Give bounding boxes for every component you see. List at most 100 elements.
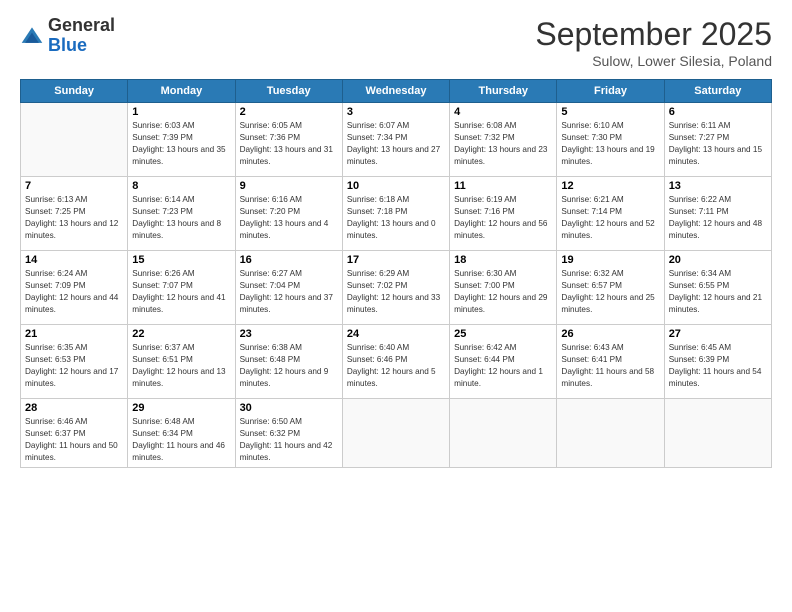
table-row: 8 Sunrise: 6:14 AM Sunset: 7:23 PM Dayli… [128,177,235,251]
day-info: Sunrise: 6:46 AM Sunset: 6:37 PM Dayligh… [25,416,123,464]
table-row: 13 Sunrise: 6:22 AM Sunset: 7:11 PM Dayl… [664,177,771,251]
table-row: 30 Sunrise: 6:50 AM Sunset: 6:32 PM Dayl… [235,399,342,468]
table-row [21,103,128,177]
title-block: September 2025 Sulow, Lower Silesia, Pol… [535,16,772,69]
day-info: Sunrise: 6:21 AM Sunset: 7:14 PM Dayligh… [561,194,659,242]
header-tuesday: Tuesday [235,80,342,103]
calendar: Sunday Monday Tuesday Wednesday Thursday… [20,79,772,468]
day-info: Sunrise: 6:27 AM Sunset: 7:04 PM Dayligh… [240,268,338,316]
day-number: 3 [347,106,445,118]
day-number: 25 [454,328,552,340]
day-info: Sunrise: 6:42 AM Sunset: 6:44 PM Dayligh… [454,342,552,390]
header-wednesday: Wednesday [342,80,449,103]
day-number: 2 [240,106,338,118]
table-row: 16 Sunrise: 6:27 AM Sunset: 7:04 PM Dayl… [235,251,342,325]
table-row: 29 Sunrise: 6:48 AM Sunset: 6:34 PM Dayl… [128,399,235,468]
table-row: 7 Sunrise: 6:13 AM Sunset: 7:25 PM Dayli… [21,177,128,251]
day-number: 28 [25,402,123,414]
day-info: Sunrise: 6:29 AM Sunset: 7:02 PM Dayligh… [347,268,445,316]
header-thursday: Thursday [450,80,557,103]
day-info: Sunrise: 6:18 AM Sunset: 7:18 PM Dayligh… [347,194,445,242]
day-info: Sunrise: 6:37 AM Sunset: 6:51 PM Dayligh… [132,342,230,390]
page: General Blue September 2025 Sulow, Lower… [0,0,792,612]
day-info: Sunrise: 6:07 AM Sunset: 7:34 PM Dayligh… [347,120,445,168]
day-number: 14 [25,254,123,266]
day-info: Sunrise: 6:11 AM Sunset: 7:27 PM Dayligh… [669,120,767,168]
day-info: Sunrise: 6:14 AM Sunset: 7:23 PM Dayligh… [132,194,230,242]
day-number: 26 [561,328,659,340]
day-info: Sunrise: 6:35 AM Sunset: 6:53 PM Dayligh… [25,342,123,390]
table-row: 3 Sunrise: 6:07 AM Sunset: 7:34 PM Dayli… [342,103,449,177]
table-row: 18 Sunrise: 6:30 AM Sunset: 7:00 PM Dayl… [450,251,557,325]
table-row [664,399,771,468]
table-row: 24 Sunrise: 6:40 AM Sunset: 6:46 PM Dayl… [342,325,449,399]
day-number: 4 [454,106,552,118]
table-row: 12 Sunrise: 6:21 AM Sunset: 7:14 PM Dayl… [557,177,664,251]
day-number: 19 [561,254,659,266]
day-info: Sunrise: 6:16 AM Sunset: 7:20 PM Dayligh… [240,194,338,242]
day-number: 16 [240,254,338,266]
day-info: Sunrise: 6:38 AM Sunset: 6:48 PM Dayligh… [240,342,338,390]
day-number: 13 [669,180,767,192]
table-row: 26 Sunrise: 6:43 AM Sunset: 6:41 PM Dayl… [557,325,664,399]
day-number: 9 [240,180,338,192]
day-number: 8 [132,180,230,192]
day-number: 5 [561,106,659,118]
day-number: 7 [25,180,123,192]
table-row: 21 Sunrise: 6:35 AM Sunset: 6:53 PM Dayl… [21,325,128,399]
table-row: 9 Sunrise: 6:16 AM Sunset: 7:20 PM Dayli… [235,177,342,251]
logo-text: General Blue [48,16,115,56]
table-row: 2 Sunrise: 6:05 AM Sunset: 7:36 PM Dayli… [235,103,342,177]
day-number: 21 [25,328,123,340]
day-info: Sunrise: 6:50 AM Sunset: 6:32 PM Dayligh… [240,416,338,464]
table-row [342,399,449,468]
header-monday: Monday [128,80,235,103]
day-info: Sunrise: 6:40 AM Sunset: 6:46 PM Dayligh… [347,342,445,390]
day-info: Sunrise: 6:03 AM Sunset: 7:39 PM Dayligh… [132,120,230,168]
table-row: 4 Sunrise: 6:08 AM Sunset: 7:32 PM Dayli… [450,103,557,177]
day-info: Sunrise: 6:26 AM Sunset: 7:07 PM Dayligh… [132,268,230,316]
day-info: Sunrise: 6:22 AM Sunset: 7:11 PM Dayligh… [669,194,767,242]
logo-icon [20,24,44,48]
day-number: 23 [240,328,338,340]
table-row: 6 Sunrise: 6:11 AM Sunset: 7:27 PM Dayli… [664,103,771,177]
table-row: 23 Sunrise: 6:38 AM Sunset: 6:48 PM Dayl… [235,325,342,399]
month-title: September 2025 [535,16,772,53]
location: Sulow, Lower Silesia, Poland [535,53,772,69]
day-number: 30 [240,402,338,414]
day-number: 11 [454,180,552,192]
day-info: Sunrise: 6:24 AM Sunset: 7:09 PM Dayligh… [25,268,123,316]
table-row [557,399,664,468]
logo: General Blue [20,16,115,56]
day-info: Sunrise: 6:10 AM Sunset: 7:30 PM Dayligh… [561,120,659,168]
day-number: 20 [669,254,767,266]
table-row [450,399,557,468]
day-info: Sunrise: 6:19 AM Sunset: 7:16 PM Dayligh… [454,194,552,242]
header-sunday: Sunday [21,80,128,103]
table-row: 14 Sunrise: 6:24 AM Sunset: 7:09 PM Dayl… [21,251,128,325]
table-row: 1 Sunrise: 6:03 AM Sunset: 7:39 PM Dayli… [128,103,235,177]
day-info: Sunrise: 6:45 AM Sunset: 6:39 PM Dayligh… [669,342,767,390]
day-info: Sunrise: 6:32 AM Sunset: 6:57 PM Dayligh… [561,268,659,316]
table-row: 15 Sunrise: 6:26 AM Sunset: 7:07 PM Dayl… [128,251,235,325]
table-row: 5 Sunrise: 6:10 AM Sunset: 7:30 PM Dayli… [557,103,664,177]
day-number: 18 [454,254,552,266]
day-number: 24 [347,328,445,340]
day-info: Sunrise: 6:08 AM Sunset: 7:32 PM Dayligh… [454,120,552,168]
day-number: 12 [561,180,659,192]
table-row: 17 Sunrise: 6:29 AM Sunset: 7:02 PM Dayl… [342,251,449,325]
day-info: Sunrise: 6:34 AM Sunset: 6:55 PM Dayligh… [669,268,767,316]
day-number: 29 [132,402,230,414]
day-number: 15 [132,254,230,266]
table-row: 27 Sunrise: 6:45 AM Sunset: 6:39 PM Dayl… [664,325,771,399]
day-number: 27 [669,328,767,340]
table-row: 20 Sunrise: 6:34 AM Sunset: 6:55 PM Dayl… [664,251,771,325]
day-number: 6 [669,106,767,118]
table-row: 22 Sunrise: 6:37 AM Sunset: 6:51 PM Dayl… [128,325,235,399]
table-row: 28 Sunrise: 6:46 AM Sunset: 6:37 PM Dayl… [21,399,128,468]
day-info: Sunrise: 6:30 AM Sunset: 7:00 PM Dayligh… [454,268,552,316]
day-info: Sunrise: 6:48 AM Sunset: 6:34 PM Dayligh… [132,416,230,464]
logo-blue: Blue [48,35,87,55]
day-info: Sunrise: 6:05 AM Sunset: 7:36 PM Dayligh… [240,120,338,168]
day-number: 10 [347,180,445,192]
